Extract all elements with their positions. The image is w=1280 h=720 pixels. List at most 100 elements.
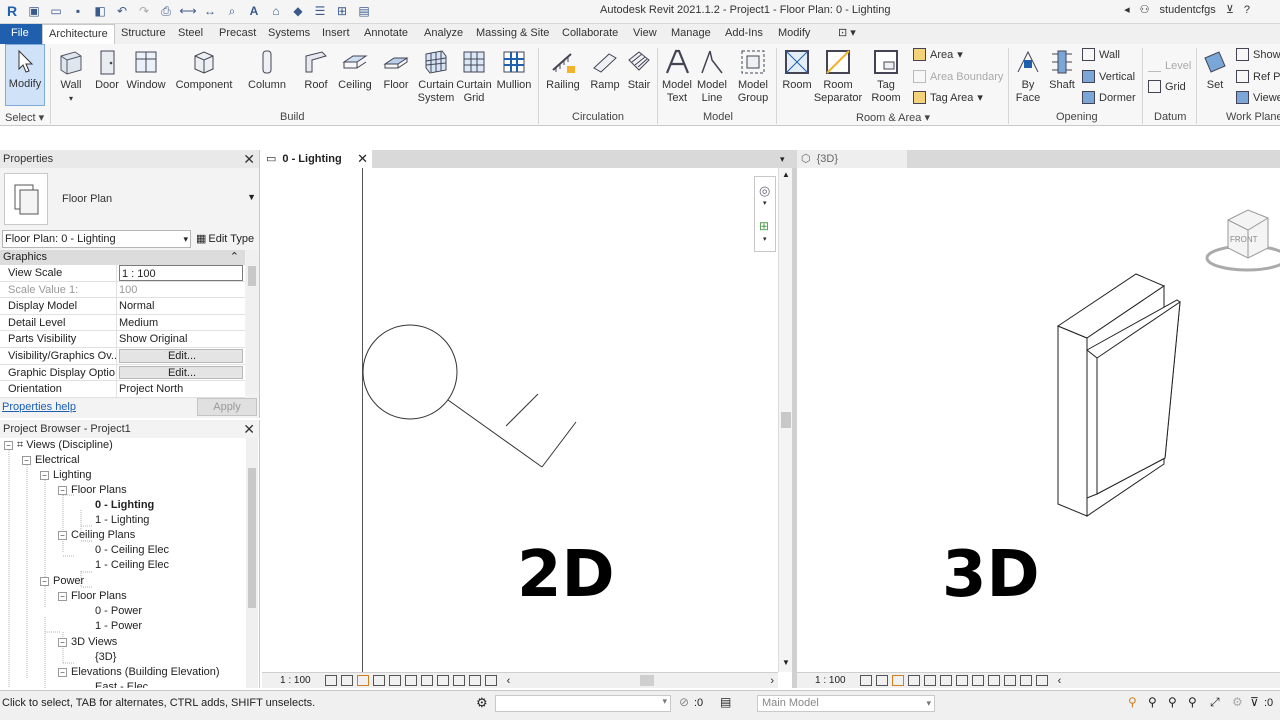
viewport-3d[interactable]: 3D FRONT: [797, 168, 1280, 672]
tab-precast[interactable]: Precast: [219, 24, 256, 44]
user-name[interactable]: studentcfgs: [1160, 4, 1216, 16]
visual-style-icon[interactable]: [875, 675, 888, 686]
dormer-button[interactable]: Dormer: [1082, 91, 1136, 104]
tab-analyze[interactable]: Analyze: [424, 24, 463, 44]
tab-modify[interactable]: Modify: [778, 24, 810, 44]
tree-node-power[interactable]: − Power: [40, 574, 84, 589]
tree-node-lighting[interactable]: − Lighting: [40, 468, 92, 483]
rendering-icon[interactable]: [923, 675, 936, 686]
tab-file[interactable]: File: [0, 24, 42, 44]
instance-filter-select[interactable]: Floor Plan: 0 - Lighting ▾: [2, 230, 191, 248]
sun-path-icon[interactable]: [891, 675, 904, 686]
tree-node-1-lighting[interactable]: 1 - Lighting: [95, 513, 149, 528]
collapse-toggle[interactable]: −: [58, 668, 67, 677]
constraints-icon[interactable]: [452, 675, 465, 686]
editing-requests-icon[interactable]: ⊘: [679, 695, 689, 709]
tab-insert[interactable]: Insert: [322, 24, 350, 44]
ramp-button[interactable]: Ramp: [588, 46, 622, 92]
view-scale-input[interactable]: 1 : 100: [119, 265, 243, 281]
stair-button[interactable]: Stair: [624, 46, 654, 92]
drag-elements-icon[interactable]: ⤢: [1210, 695, 1220, 710]
temporary-hide-icon[interactable]: [420, 675, 433, 686]
roof-button[interactable]: Roof: [300, 46, 332, 92]
design-options-icon[interactable]: ▤: [720, 695, 731, 709]
view-tab-3d[interactable]: ⬡ {3D}: [797, 150, 907, 168]
parts-visibility-value[interactable]: Show Original: [117, 331, 245, 347]
collapse-toggle[interactable]: −: [58, 486, 67, 495]
ref-plane-button[interactable]: Ref P: [1236, 70, 1280, 83]
viewcube[interactable]: FRONT: [1202, 206, 1280, 276]
analytical-model-icon[interactable]: [468, 675, 481, 686]
tree-node-electrical[interactable]: − Electrical: [22, 453, 80, 468]
level-button[interactable]: Level: [1148, 59, 1191, 72]
type-selector[interactable]: Floor Plan ▼: [4, 170, 256, 228]
tree-node-1-power[interactable]: 1 - Power: [95, 619, 142, 634]
wall-button[interactable]: Wall ▾: [55, 46, 87, 105]
display-model-value[interactable]: Normal: [117, 298, 245, 314]
tab-list-icon[interactable]: ▾: [780, 150, 792, 168]
tab-collaborate[interactable]: Collaborate: [562, 24, 618, 44]
tree-node-power-floor-plans[interactable]: − Floor Plans: [58, 589, 127, 604]
sync-icon[interactable]: ◧: [92, 3, 108, 19]
properties-help-link[interactable]: Properties help: [2, 401, 76, 413]
tab-architecture[interactable]: Architecture: [42, 24, 115, 44]
room-area-panel-label[interactable]: Room & Area ▾: [856, 111, 930, 124]
tree-node-0-power[interactable]: 0 - Power: [95, 604, 142, 619]
tag-area-button[interactable]: Tag Area ▾: [913, 91, 983, 104]
highlight-icon[interactable]: [1035, 675, 1048, 686]
dimension-icon[interactable]: ↔: [202, 3, 218, 19]
collapse-toggle[interactable]: −: [58, 531, 67, 540]
save-icon[interactable]: ▪: [70, 3, 86, 19]
door-button[interactable]: Door: [92, 46, 122, 92]
tree-node-1-ceiling-elec[interactable]: 1 - Ceiling Elec: [95, 558, 169, 573]
scroll-left-icon[interactable]: ‹: [1058, 675, 1062, 687]
tag-room-button[interactable]: Tag Room: [866, 46, 906, 105]
curtain-grid-button[interactable]: Curtain Grid: [456, 46, 492, 105]
reveal-hidden-icon[interactable]: [436, 675, 449, 686]
ribbon-options-icon[interactable]: ⊡ ▾: [838, 24, 856, 44]
tab-manage[interactable]: Manage: [671, 24, 711, 44]
revit-logo-icon[interactable]: R: [4, 3, 20, 19]
tree-node-0-lighting[interactable]: 0 - Lighting: [95, 498, 154, 513]
grid-button[interactable]: Grid: [1148, 80, 1186, 93]
thin-lines-icon[interactable]: ☰: [312, 3, 328, 19]
tag-icon[interactable]: ⌕: [224, 3, 240, 19]
ceiling-button[interactable]: Ceiling: [336, 46, 374, 92]
tab-steel[interactable]: Steel: [178, 24, 203, 44]
chevron-down-icon[interactable]: ▾: [763, 199, 767, 207]
collapse-toggle[interactable]: −: [40, 577, 49, 586]
close-icon[interactable]: ✕: [243, 150, 255, 168]
curtain-system-button[interactable]: Curtain System: [416, 46, 456, 105]
visual-style-icon[interactable]: [340, 675, 353, 686]
home-icon[interactable]: ▣: [26, 3, 42, 19]
tree-node-east-elec[interactable]: East - Elec: [95, 680, 148, 688]
show-button[interactable]: Show: [1236, 48, 1280, 61]
highlight-icon[interactable]: [484, 675, 497, 686]
mullion-button[interactable]: Mullion: [494, 46, 534, 92]
modify-button[interactable]: Modify: [5, 44, 45, 106]
area-boundary-button[interactable]: Area Boundary: [913, 70, 1003, 83]
orientation-value[interactable]: Project North: [117, 381, 245, 397]
tab-structure[interactable]: Structure: [121, 24, 166, 44]
lock-3d-icon[interactable]: [971, 675, 984, 686]
opening-wall-button[interactable]: Wall: [1082, 48, 1120, 61]
visibility-graphics-edit-button[interactable]: Edit...: [119, 348, 243, 363]
tab-massing-site[interactable]: Massing & Site: [476, 24, 549, 44]
column-button[interactable]: Column: [247, 46, 287, 92]
tree-node-3d-views[interactable]: −3D Views: [58, 635, 117, 650]
close-hidden-icon[interactable]: ⊞: [334, 3, 350, 19]
close-icon[interactable]: ✕: [243, 420, 255, 438]
graphic-display-edit-button[interactable]: Edit...: [119, 365, 243, 380]
zoom-icon[interactable]: ⊞: [759, 219, 769, 233]
model-text-button[interactable]: Model Text: [660, 46, 694, 105]
reveal-hidden-icon[interactable]: [1003, 675, 1016, 686]
viewer-button[interactable]: Viewe: [1236, 91, 1280, 104]
collapse-toggle[interactable]: −: [58, 638, 67, 647]
component-button[interactable]: Component: [175, 46, 233, 92]
viewport-2d-scrollbar[interactable]: ▲ ▼: [778, 168, 792, 672]
crop-view-icon[interactable]: [939, 675, 952, 686]
users-icon[interactable]: ⚇: [1140, 3, 1150, 16]
by-face-button[interactable]: By Face: [1012, 46, 1044, 105]
browser-scrollbar[interactable]: [246, 438, 258, 688]
search-expand-icon[interactable]: ◂: [1124, 3, 1130, 16]
